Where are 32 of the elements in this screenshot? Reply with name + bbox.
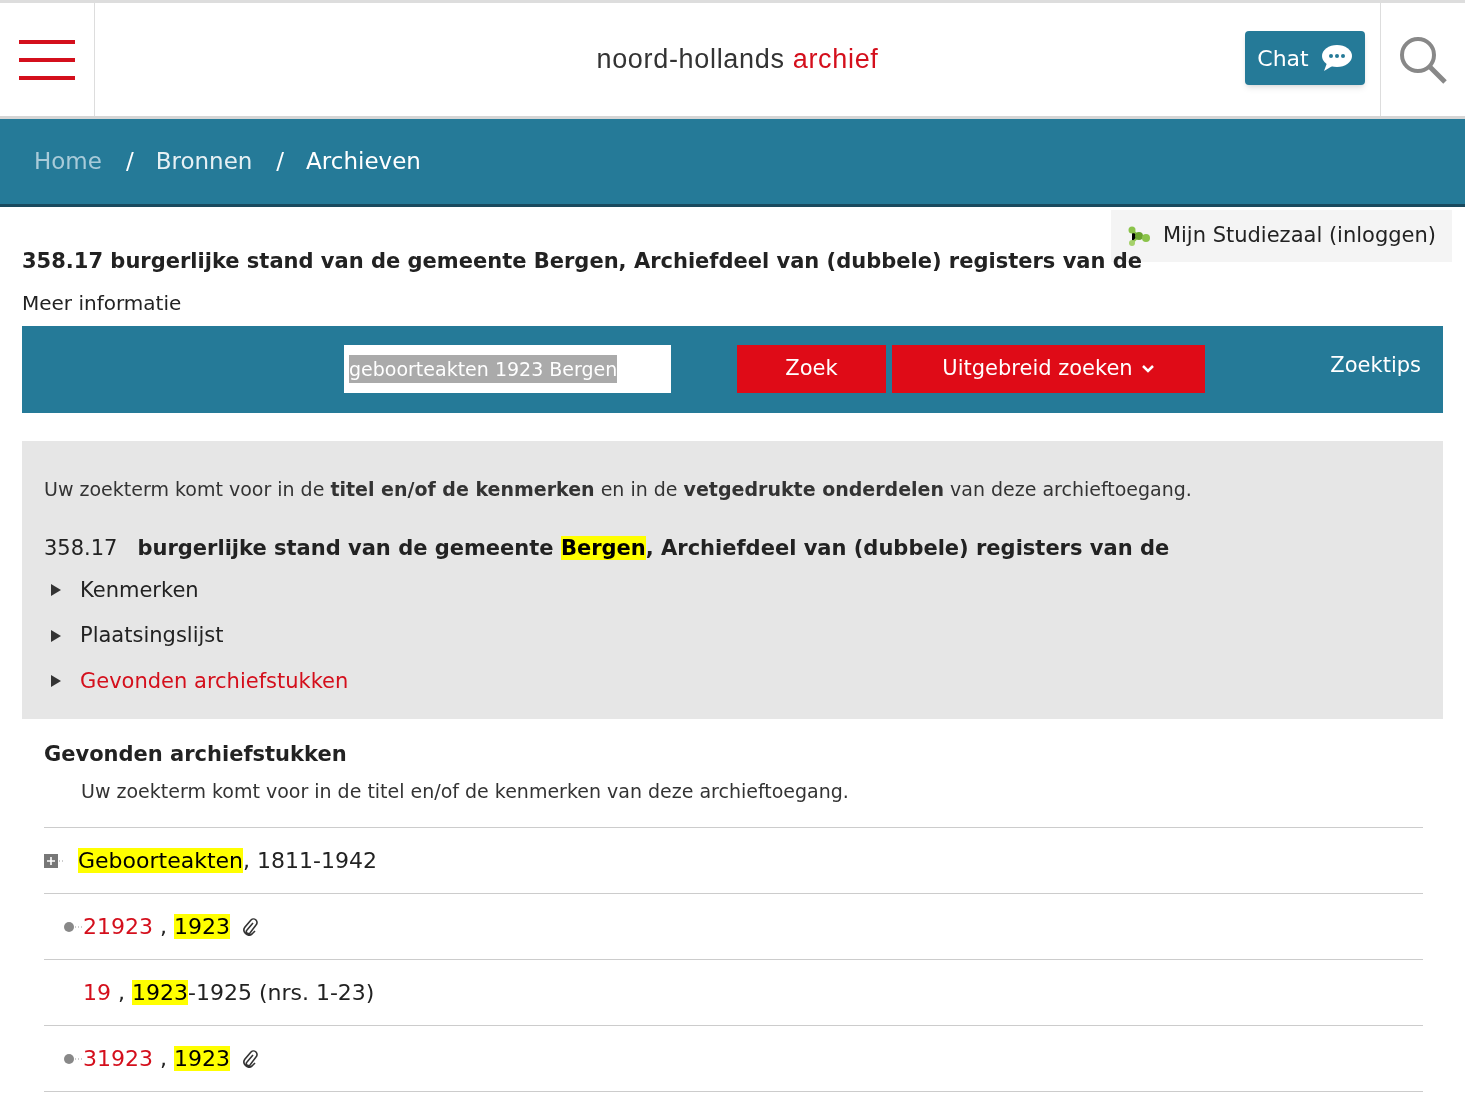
expand-plus-icon[interactable] xyxy=(44,853,66,868)
result-entry[interactable]: 31923 , 1923 xyxy=(83,1042,230,1075)
section-toggle[interactable]: Gevonden archiefstukken xyxy=(80,665,349,697)
site-logo[interactable]: noord-hollands archief xyxy=(596,39,879,80)
search-info-text: Uw zoekterm komt voor in de titel en/of de kenmerken en in de vetgedrukte onderdelen van deze archieftoegang. xyxy=(44,476,1193,502)
paperclip-icon xyxy=(242,917,258,936)
tree-node-icon xyxy=(64,1052,83,1065)
advanced-search-button[interactable]: Uitgebreid zoeken xyxy=(892,345,1205,393)
tree-node-icon xyxy=(64,920,83,933)
chevron-down-icon xyxy=(1140,364,1155,374)
search-tips-link[interactable]: Zoektips xyxy=(1330,349,1421,381)
menu-icon[interactable] xyxy=(19,39,75,80)
section-toggle[interactable]: Plaatsingslijst xyxy=(80,620,224,652)
search-button[interactable]: Zoek xyxy=(737,345,886,393)
archive-description: burgerlijke stand van de gemeente Bergen, Archiefdeel van (dubbele) registers van de xyxy=(137,535,1170,562)
archive-code: 358.17 xyxy=(44,535,118,562)
breadcrumb-separator: / xyxy=(125,147,134,177)
result-entry[interactable]: 19 , 1923-1925 (nrs. 1-23) xyxy=(83,976,375,1009)
results-note: Uw zoekterm komt voor in de titel en/of de kenmerken van deze archieftoegang. xyxy=(81,778,850,804)
result-entry[interactable]: Geboorteakten, 1811-1942 xyxy=(78,844,377,877)
more-info-link[interactable]: Meer informatie xyxy=(22,287,1443,318)
breadcrumb-link[interactable]: Archieven xyxy=(306,144,421,179)
paperclip-icon xyxy=(242,1049,258,1068)
result-entry[interactable]: 21923 , 1923 xyxy=(83,910,230,943)
results-heading: Gevonden archiefstukken xyxy=(44,741,348,768)
breadcrumb-link[interactable]: Bronnen xyxy=(155,144,253,179)
section-toggle[interactable]: Kenmerken xyxy=(80,574,199,606)
chat-bubble-icon xyxy=(1320,44,1353,72)
chat-button[interactable]: Chat xyxy=(1245,31,1365,85)
molecule-icon xyxy=(1126,224,1151,248)
search-icon[interactable] xyxy=(1398,34,1448,85)
breadcrumb-separator: / xyxy=(276,147,285,177)
